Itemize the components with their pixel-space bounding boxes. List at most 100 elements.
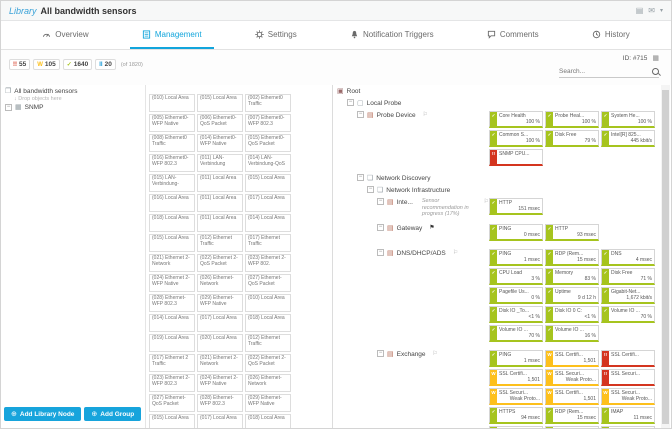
sensor-chip[interactable]: ✓ Disk IO 0 C: <1 % (545, 305, 599, 323)
sensor-chip[interactable]: W SSL Certifi... 1,501 (545, 387, 599, 405)
tab-overview[interactable]: Overview (30, 21, 100, 49)
sensor-cell[interactable]: (018) Local Area (149, 214, 195, 232)
sensor-cell[interactable]: (018) Local Area (245, 414, 291, 428)
sensor-chip[interactable]: ✓ Volume IO ... 70 % (489, 324, 543, 342)
tree-label[interactable]: Network Discovery (376, 174, 430, 183)
tree-label[interactable]: Probe Device (377, 111, 416, 120)
status-filter-paused[interactable]: II 20 (95, 59, 116, 70)
search-input[interactable] (559, 68, 647, 75)
add-group-button[interactable]: ⊕ Add Group (84, 407, 142, 421)
sensor-chip[interactable]: ✓ Gigabit-Net... 1,672 kbit/s (601, 286, 655, 304)
sensor-cell[interactable]: (015) Local Area (197, 94, 243, 112)
search-box[interactable] (559, 68, 659, 78)
sensor-cell[interactable]: (022) Ethernet 2-QoS Packet (197, 254, 243, 272)
flag-filled-icon[interactable]: ⚑ (429, 224, 434, 233)
sensor-cell[interactable]: (029) Ethernet-WFP Native (197, 294, 243, 312)
sensor-cell[interactable]: (026) Ethernet-Network (245, 374, 291, 392)
sensor-chip[interactable]: ✓ Core Health 100 % (489, 111, 543, 128)
sensor-chip[interactable]: !! SSL Certifi... (601, 349, 655, 367)
qr-icon[interactable]: ▦ (652, 54, 659, 62)
sensor-cell[interactable]: (006) Ethernet0-QoS Packet (197, 114, 243, 132)
sensor-chip[interactable]: ✓ DNS 4 msec (601, 248, 655, 266)
sensor-cell[interactable]: (007) Ethernet0-WFP 802.3 (245, 114, 291, 132)
sensor-cell[interactable]: (017) Ethernet Traffic (245, 234, 291, 252)
new-report-icon[interactable]: ▤ (636, 6, 644, 15)
tab-comments[interactable]: Comments (475, 21, 551, 49)
sensor-chip[interactable]: ✓ PING 1 msec (489, 248, 543, 266)
sensor-cell[interactable]: (026) Ethernet-Network (197, 274, 243, 292)
scrollbar-track[interactable] (661, 85, 670, 428)
sensor-cell[interactable]: (017) Ethernet 2 Traffic (149, 354, 195, 372)
expander-icon[interactable]: − (377, 223, 384, 231)
sensor-chip[interactable]: ✓ Memory 83 % (545, 267, 599, 285)
expander-icon[interactable]: − (347, 99, 354, 106)
sensor-chip[interactable]: W SSL Securi... Weak Proto... (489, 387, 543, 405)
sensor-cell[interactable]: (017) Local Area (197, 314, 243, 332)
expander-icon[interactable]: − (357, 174, 364, 181)
tree-label[interactable]: Network Infrastructure (386, 186, 450, 195)
sensor-cell[interactable]: (010) Local Area (245, 294, 291, 312)
sensor-cell[interactable]: (022) Ethernet 2-QoS Packet (245, 354, 291, 372)
sensor-cell[interactable]: (002) Ethernet0 Traffic (245, 94, 291, 112)
tree-label[interactable]: Exchange (397, 350, 426, 359)
sensor-cell[interactable]: (023) Ethernet 2-WFP 802. (245, 254, 291, 272)
sensor-chip[interactable]: W SSL Securi... Weak Proto... (545, 368, 599, 386)
sensor-cell[interactable]: (021) Ethernet 2-Network (197, 354, 243, 372)
tree-label[interactable]: Inte... (397, 198, 413, 207)
sensor-cell[interactable]: (016) Local Area (149, 194, 195, 212)
tree-row-all-bandwidth-sensors[interactable]: ❐ All bandwidth sensors (5, 87, 143, 96)
sensor-chip[interactable]: W SSL Certifi... 1,501 (489, 368, 543, 386)
sensor-cell[interactable]: (021) Ethernet 2-Network (149, 254, 195, 272)
sensor-chip[interactable]: ✓ PING 0 msec (489, 223, 543, 241)
expander-icon[interactable]: − (377, 349, 384, 357)
tab-management[interactable]: Management (129, 21, 214, 49)
sensor-cell[interactable]: (014) Local Area (149, 314, 195, 332)
expander-icon[interactable]: − (377, 248, 384, 256)
sensor-chip[interactable]: ✓ Intel[R] 825... 445 kbit/s (601, 130, 655, 147)
sensor-chip[interactable]: W SSL Securi... Weak Proto... (601, 387, 655, 405)
expander-icon[interactable]: − (5, 104, 12, 111)
sensor-chip[interactable]: W SSL Certifi... 1,501 (545, 349, 599, 367)
sensor-chip[interactable]: ✓ System He... 100 % (601, 111, 655, 128)
sensor-cell[interactable]: (017) Local Area (245, 194, 291, 212)
flag-outline-icon[interactable]: ⚐ (423, 111, 428, 120)
sensor-chip[interactable]: ✓ RDP (Rem... 15 msec (545, 248, 599, 266)
sensor-chip[interactable]: ✓ Disk IO _To... <1 % (489, 305, 543, 323)
sensor-cell[interactable]: (020) Local Area (197, 334, 243, 352)
sensor-cell[interactable]: (008) Ethernet0 Traffic (149, 134, 195, 152)
sensor-cell[interactable]: (019) Local Area (149, 334, 195, 352)
sensor-cell[interactable]: (028) Ethernet-WFP 802.3 (197, 394, 243, 412)
tree-label[interactable]: DNS/DHCP/ADS (397, 249, 446, 258)
sensor-cell[interactable]: (011) Local Area (197, 174, 243, 192)
sensor-cell[interactable]: (014) LAN-Verbindung-QoS (245, 154, 291, 172)
sensor-cell[interactable]: (028) Ethernet-WFP 802.3 (149, 294, 195, 312)
tree-label[interactable]: Local Probe (367, 99, 402, 108)
sensor-cell[interactable]: (023) Ethernet 2-WFP 802.3 (149, 374, 195, 392)
sensor-cell[interactable]: (012) Ethernet Traffic (245, 334, 291, 352)
status-filter-warn[interactable]: W 105 (33, 59, 60, 70)
sensor-cell[interactable]: (011) Local Area (197, 194, 243, 212)
sensor-chip[interactable]: ✓ Common S... 100 % (489, 130, 543, 147)
sensor-cell[interactable]: (015) Local Area (149, 234, 195, 252)
sensor-chip[interactable]: ✓ CPU Load 3 % (489, 267, 543, 285)
sensor-cell[interactable]: (015) LAN-Verbindung- (149, 174, 195, 192)
sensor-cell[interactable]: (024) Ethernet 2-WFP Native (149, 274, 195, 292)
sensor-cell[interactable]: (016) Ethernet0-WFP 802.3 (149, 154, 195, 172)
sensor-chip[interactable]: ✓ HTTP 93 msec (545, 223, 599, 241)
tab-history[interactable]: History (580, 21, 642, 49)
sensor-cell[interactable]: (027) Ethernet-QoS Packet (149, 394, 195, 412)
add-library-node-button[interactable]: ⊕ Add Library Node (4, 407, 82, 421)
sensor-cell[interactable]: (014) Local Area (245, 214, 291, 232)
flag-outline-icon[interactable]: ⚐ (433, 350, 438, 359)
sensor-chip[interactable]: ✓ Disk Free 79 % (545, 130, 599, 147)
sensor-cell[interactable]: (011) LAN-Verbindung (197, 154, 243, 172)
expander-icon[interactable]: − (357, 111, 364, 118)
tab-notification-triggers[interactable]: Notification Triggers (338, 21, 446, 49)
search-icon[interactable] (652, 68, 659, 75)
sensor-cell[interactable]: (024) Ethernet 2-WFP Native (197, 374, 243, 392)
status-filter-err[interactable]: !! 55 (9, 59, 31, 70)
sensor-chip[interactable]: ✓ Pagefile Us... 0 % (489, 286, 543, 304)
sensor-chip[interactable]: !! SSL Securi... (601, 368, 655, 386)
expander-icon[interactable]: − (367, 186, 374, 193)
sensor-chip[interactable]: ✓ HTTPS 94 msec (489, 406, 543, 424)
